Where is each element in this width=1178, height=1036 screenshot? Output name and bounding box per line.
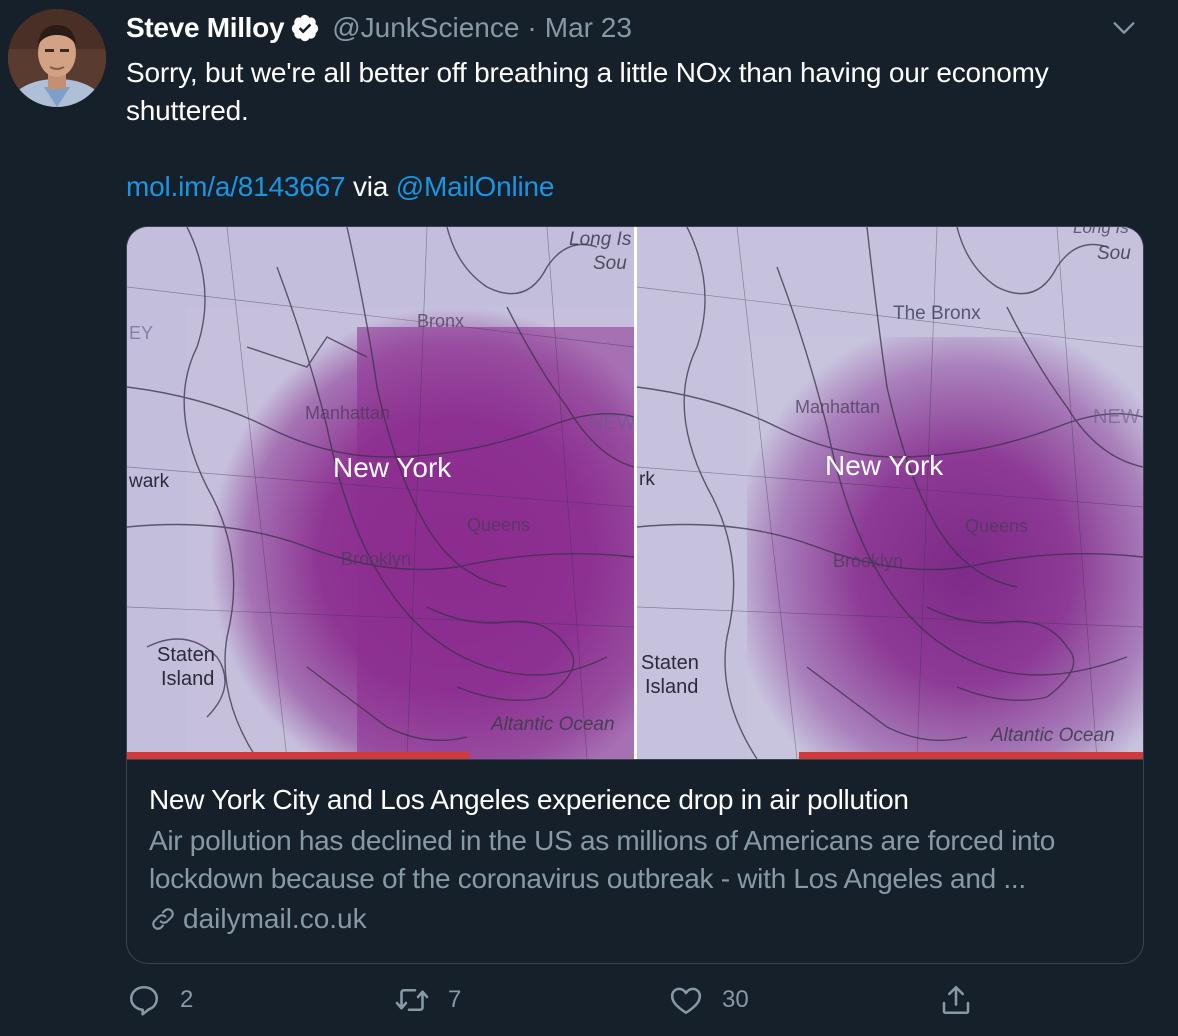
reply-count: 2: [180, 986, 194, 1013]
via-text: via: [345, 171, 396, 202]
mention-link[interactable]: @MailOnline: [396, 171, 555, 202]
map-label-ey: EY: [129, 323, 153, 343]
retweet-icon: [395, 988, 429, 1012]
verified-badge-icon: [292, 14, 319, 42]
action-bar: 2 7 30: [126, 982, 1142, 1022]
map-label-atlantic: Altantic Ocean: [490, 714, 615, 735]
share-button[interactable]: [938, 982, 974, 1018]
map-label-long-island-right: Long Is: [1073, 227, 1129, 237]
tweet-date[interactable]: Mar 23: [545, 12, 632, 44]
reply-button[interactable]: 2: [126, 982, 193, 1018]
map-label-sound-right: Sou: [1097, 243, 1131, 264]
map-label-bronx: Bronx: [417, 311, 464, 331]
retweet-button[interactable]: 7: [394, 982, 461, 1018]
card-domain: dailymail.co.uk: [149, 903, 367, 935]
map-label-queens-right: Queens: [965, 516, 1028, 536]
link-icon: [152, 908, 174, 930]
map-label-manhattan: Manhattan: [305, 403, 390, 423]
link-preview-card[interactable]: Long Is Sou Bronx Manhattan NEW wark EY …: [126, 226, 1144, 964]
tweet-text: Sorry, but we're all better off breathin…: [126, 54, 1136, 206]
share-icon: [942, 985, 970, 1015]
map-label-manhattan-right: Manhattan: [795, 397, 880, 417]
chevron-down-icon[interactable]: [1110, 14, 1138, 42]
map-label-staten-right: Staten: [641, 652, 699, 674]
map-panel-left: Long Is Sou Bronx Manhattan NEW wark EY …: [127, 227, 636, 760]
tweet-header: Steve Milloy @JunkScience · Mar 23: [126, 8, 632, 48]
display-name[interactable]: Steve Milloy: [126, 12, 285, 44]
map-label-island: Island: [161, 668, 214, 690]
map-label-queens: Queens: [467, 515, 530, 535]
map-label-new-right: NEW: [1093, 406, 1140, 428]
map-label-brooklyn: Brooklyn: [341, 549, 411, 569]
tweet-link-line: mol.im/a/8143667 via @MailOnline: [126, 168, 1136, 206]
map-label-staten: Staten: [157, 644, 215, 666]
retweet-count: 7: [448, 986, 462, 1013]
tweet[interactable]: Steve Milloy @JunkScience · Mar 23 Sorry…: [0, 0, 1178, 1036]
map-label-brooklyn-right: Brooklyn: [833, 551, 903, 571]
reply-icon: [129, 985, 159, 1016]
separator-dot: ·: [527, 12, 537, 43]
map-label-island-right: Island: [645, 676, 698, 698]
like-icon: [670, 987, 702, 1015]
map-label-sound: Sou: [593, 253, 627, 274]
card-title: New York City and Los Angeles experience…: [149, 784, 909, 815]
map-label-rk: rk: [639, 469, 655, 490]
like-count: 30: [722, 986, 749, 1013]
avatar[interactable]: [8, 9, 106, 107]
card-image[interactable]: Long Is Sou Bronx Manhattan NEW wark EY …: [127, 227, 1143, 760]
map-label-long-island: Long Is: [569, 229, 632, 250]
card-description: Air pollution has declined in the US as …: [149, 825, 1056, 894]
map-label-newark: wark: [128, 471, 170, 492]
tweet-text-body: Sorry, but we're all better off breathin…: [126, 57, 1049, 126]
map-panel-right: Long Is Sou The Bronx Manhattan NEW rk N…: [636, 227, 1143, 760]
map-label-atlantic-right: Altantic Ocean: [990, 725, 1115, 746]
like-button[interactable]: 30: [668, 982, 749, 1018]
map-label-the-bronx: The Bronx: [893, 303, 981, 324]
map-city-label-left: New York: [333, 452, 452, 483]
map-city-label-right: New York: [825, 450, 944, 481]
map-label-new: NEW: [589, 412, 636, 434]
card-domain-text: dailymail.co.uk: [183, 903, 367, 934]
user-handle[interactable]: @JunkScience: [332, 12, 519, 44]
article-link[interactable]: mol.im/a/8143667: [126, 171, 346, 202]
card-body[interactable]: New York City and Los Angeles experience…: [127, 759, 1143, 963]
